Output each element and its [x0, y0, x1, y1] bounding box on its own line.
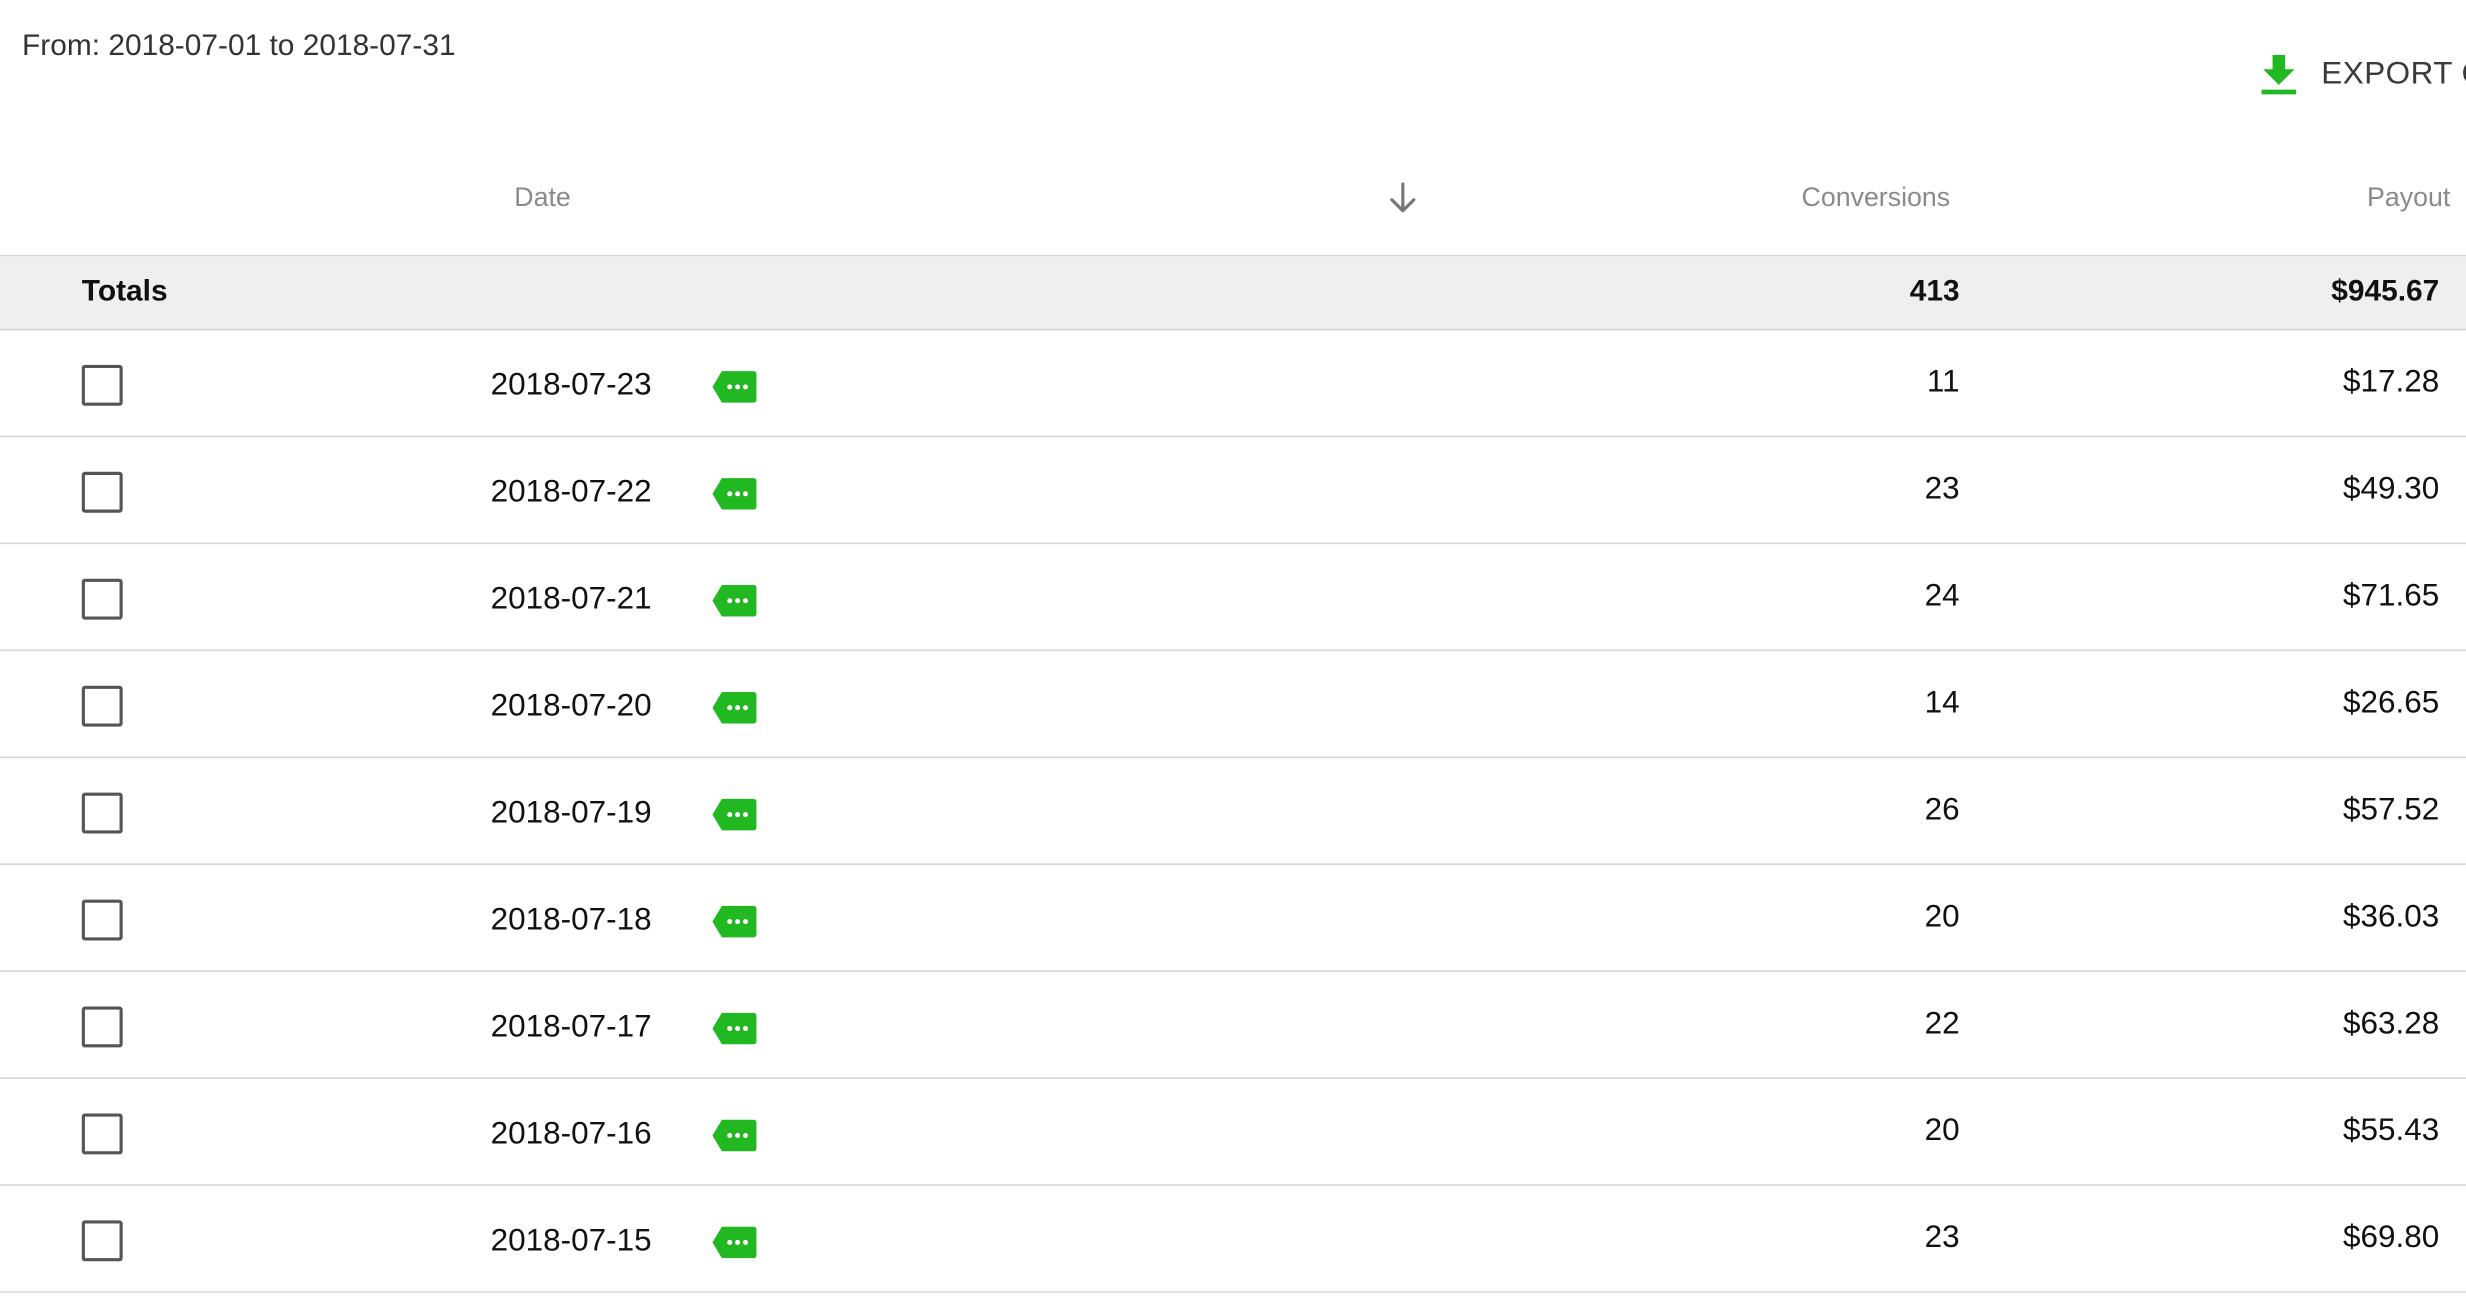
tag-more-icon[interactable] — [711, 370, 758, 405]
row-checkbox[interactable] — [81, 1006, 123, 1048]
table-row: 2018-07-20 14 $26.65 — [0, 651, 2466, 759]
row-payout: $57.52 — [2343, 792, 2440, 828]
table-row: 2018-07-22 23 $49.30 — [0, 437, 2466, 545]
row-date: 2018-07-20 — [490, 688, 652, 724]
row-conversions: 11 — [1926, 364, 1960, 400]
table-row: 2018-07-15 23 $69.80 — [0, 1186, 2466, 1293]
row-checkbox[interactable] — [81, 1113, 123, 1155]
column-header-date[interactable]: Date — [514, 182, 570, 213]
row-payout: $55.43 — [2343, 1113, 2440, 1149]
table-row: 2018-07-21 24 $71.65 — [0, 544, 2466, 652]
arrow-down-icon — [1390, 182, 1416, 213]
row-date: 2018-07-23 — [490, 368, 652, 403]
row-payout: $69.80 — [2343, 1220, 2440, 1256]
tag-more-icon[interactable] — [711, 1011, 758, 1046]
row-payout: $63.28 — [2343, 1006, 2440, 1042]
row-date: 2018-07-22 — [490, 474, 652, 510]
table-row: 2018-07-23 11 $17.28 — [0, 330, 2466, 438]
row-date: 2018-07-19 — [490, 795, 652, 831]
tag-more-icon[interactable] — [711, 797, 758, 832]
row-conversions: 20 — [1924, 1113, 1960, 1149]
download-icon — [2258, 52, 2299, 96]
export-button[interactable]: EXPORT C — [2258, 50, 2466, 97]
row-date: 2018-07-21 — [490, 581, 652, 617]
table-row: 2018-07-19 26 $57.52 — [0, 758, 2466, 865]
totals-row: Totals 413 $945.67 — [0, 256, 2466, 331]
row-conversions: 26 — [1924, 792, 1960, 828]
table-row: 2018-07-18 20 $36.03 — [0, 865, 2466, 972]
row-payout: $26.65 — [2343, 685, 2440, 721]
row-date: 2018-07-17 — [490, 1009, 652, 1045]
row-conversions: 23 — [1924, 471, 1960, 507]
tag-more-icon[interactable] — [711, 1225, 758, 1260]
report-page: From: 2018-07-01 to 2018-07-31 EXPORT C … — [0, 0, 2466, 1296]
tag-more-icon[interactable] — [711, 1118, 758, 1153]
column-header-payout[interactable]: Payout — [2367, 182, 2450, 213]
row-payout: $36.03 — [2343, 899, 2440, 935]
table-row: 2018-07-17 22 $63.28 — [0, 972, 2466, 1079]
row-checkbox[interactable] — [81, 578, 123, 620]
totals-payout: $945.67 — [2331, 275, 2440, 309]
row-payout: $17.28 — [2343, 364, 2440, 400]
row-checkbox[interactable] — [81, 471, 123, 513]
row-conversions: 14 — [1924, 685, 1960, 721]
table-body: 2018-07-23 11 $17.28 2018-07-22 23 $49.3… — [0, 330, 2466, 1293]
tag-more-icon[interactable] — [711, 477, 758, 512]
table-header: Date Conversions Payout — [0, 157, 2466, 257]
tag-more-icon[interactable] — [711, 904, 758, 939]
table-row: 2018-07-16 20 $55.43 — [0, 1079, 2466, 1186]
date-range-label: From: 2018-07-01 to 2018-07-31 — [22, 29, 456, 63]
row-checkbox[interactable] — [81, 364, 123, 406]
row-checkbox[interactable] — [81, 1220, 123, 1262]
row-payout: $49.30 — [2343, 471, 2440, 507]
totals-conversions: 413 — [1909, 275, 1960, 309]
totals-label: Totals — [81, 275, 168, 309]
sort-button[interactable] — [1384, 179, 1422, 217]
export-label: EXPORT C — [2321, 55, 2466, 91]
row-date: 2018-07-15 — [490, 1223, 652, 1259]
row-conversions: 20 — [1924, 899, 1960, 935]
row-conversions: 24 — [1924, 578, 1960, 614]
row-date: 2018-07-16 — [490, 1116, 652, 1152]
row-payout: $71.65 — [2343, 578, 2440, 614]
column-header-conversions[interactable]: Conversions — [1802, 182, 1951, 213]
tag-more-icon[interactable] — [711, 583, 758, 618]
row-date: 2018-07-18 — [490, 902, 652, 938]
row-conversions: 23 — [1924, 1220, 1960, 1256]
row-conversions: 22 — [1924, 1006, 1960, 1042]
row-checkbox[interactable] — [81, 685, 123, 727]
row-checkbox[interactable] — [81, 792, 123, 834]
tag-more-icon[interactable] — [711, 690, 758, 725]
row-checkbox[interactable] — [81, 899, 123, 941]
